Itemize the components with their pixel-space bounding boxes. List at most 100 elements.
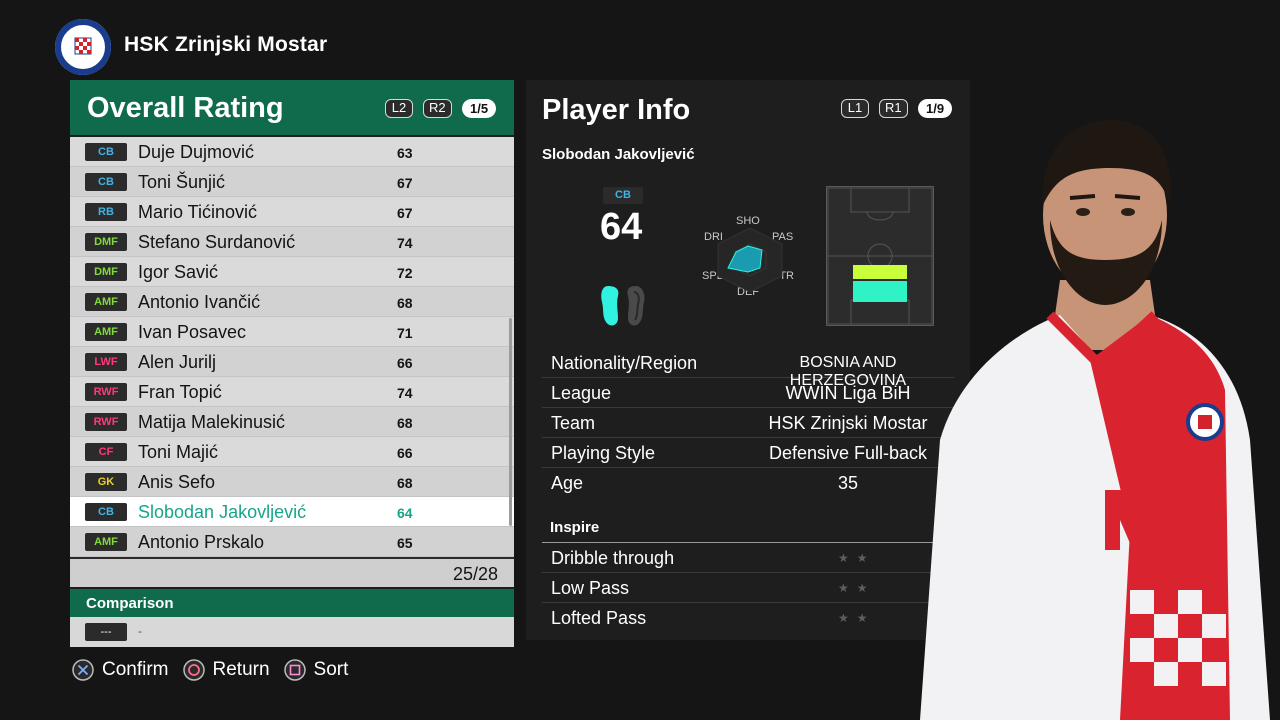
overall-rating-header: Overall Rating L2 R2 1/5 — [70, 80, 514, 137]
player-name: Slobodan Jakovljević — [542, 146, 695, 163]
player-name: Antonio Prskalo — [138, 532, 265, 552]
player-name: Alen Jurilj — [138, 352, 217, 372]
pitch-zone-secondary — [853, 265, 907, 279]
nationality-label: Nationality/Region — [551, 353, 698, 373]
position-badge: RWF — [85, 383, 127, 401]
player-rating: 66 — [397, 355, 413, 371]
league-row: League WWIN Liga BiH — [542, 378, 954, 408]
confirm-hint[interactable]: Confirm — [72, 659, 169, 681]
player-overall-rating: 64 — [600, 206, 643, 248]
player-row[interactable]: LWF Alen Jurilj 66 — [70, 347, 514, 377]
player-row[interactable]: CF Toni Majić 66 — [70, 437, 514, 467]
cross-button-icon — [72, 659, 94, 681]
player-row[interactable]: AMF Ivan Posavec 71 — [70, 317, 514, 347]
player-name: Mario Tićinović — [138, 202, 258, 222]
player-rating: 65 — [397, 535, 413, 551]
player-rating: 72 — [397, 265, 413, 281]
player-name: Matija Malekinusić — [138, 412, 286, 432]
player-row[interactable]: CB Slobodan Jakovljević 64 — [70, 497, 514, 527]
player-rating: 64 — [397, 505, 413, 521]
player-rating: 67 — [397, 175, 413, 191]
player-list: CB Duje Dujmović 63 CB Toni Šunjić 67 RB Mario … — [70, 137, 514, 557]
age-row: Age 35 — [542, 468, 954, 498]
player-name: Ivan Posavec — [138, 322, 247, 342]
player-name: Igor Savić — [138, 262, 219, 282]
position-badge: CB — [85, 143, 127, 161]
player-name: Antonio Ivančić — [138, 292, 261, 312]
inspire-stars: ★★ — [838, 611, 876, 625]
comparison-position-badge: --- — [85, 623, 127, 641]
player-row[interactable]: RWF Fran Topić 74 — [70, 377, 514, 407]
return-label: Return — [212, 659, 270, 680]
playing-style-row: Playing Style Defensive Full-back — [542, 438, 954, 468]
sort-hint[interactable]: Sort — [283, 659, 348, 681]
player-position-badge: CB — [603, 187, 643, 204]
position-badge: RWF — [85, 413, 127, 431]
club-name: HSK Zrinjski Mostar — [124, 33, 328, 56]
comparison-header: Comparison — [70, 587, 514, 617]
player-name: Duje Dujmović — [138, 142, 255, 162]
player-rating: 66 — [397, 445, 413, 461]
age-label: Age — [551, 473, 584, 493]
player-row[interactable]: CB Duje Dujmović 63 — [70, 137, 514, 167]
player-count-bar: 25/28 — [70, 557, 514, 587]
player-rating: 63 — [397, 145, 413, 161]
inspire-stars: ★★ — [838, 581, 876, 595]
league-label: League — [551, 383, 612, 403]
player-name: Stefano Surdanović — [138, 232, 296, 252]
player-row[interactable]: AMF Antonio Ivančić 68 — [70, 287, 514, 317]
page-indicator: 1/5 — [462, 99, 497, 118]
position-badge: AMF — [85, 533, 127, 551]
inspire-row: Lofted Pass ★★ — [542, 603, 954, 633]
player-row[interactable]: RWF Matija Malekinusić 68 — [70, 407, 514, 437]
player-row[interactable]: DMF Stefano Surdanović 74 — [70, 227, 514, 257]
circle-button-icon — [182, 659, 205, 681]
inspire-label: Low Pass — [551, 578, 630, 598]
player-rating: 68 — [397, 415, 413, 431]
l1-button[interactable]: L1 — [841, 99, 869, 118]
player-portrait — [920, 120, 1270, 720]
comparison-row[interactable]: --- - — [70, 617, 514, 647]
player-rating: 74 — [397, 385, 413, 401]
preferred-foot-icon — [601, 286, 645, 326]
player-name: Fran Topić — [138, 382, 222, 402]
playing-style-label: Playing Style — [551, 443, 656, 463]
position-badge: LWF — [85, 353, 127, 371]
player-row[interactable]: RB Mario Tićinović 67 — [70, 197, 514, 227]
player-rating: 68 — [397, 295, 413, 311]
position-badge: GK — [85, 473, 127, 491]
return-hint[interactable]: Return — [182, 659, 270, 681]
player-details-table: Nationality/Region BOSNIA AND HERZEGOVIN… — [542, 348, 954, 498]
player-rating: 71 — [397, 325, 413, 341]
inspire-title: Inspire — [550, 519, 600, 536]
inspire-stars: ★★ — [838, 551, 876, 565]
player-row[interactable]: GK Anis Sefo 68 — [70, 467, 514, 497]
inspire-table: Dribble through ★★ Low Pass ★★ Lofted Pa… — [542, 542, 954, 633]
player-row[interactable]: AMF Antonio Prskalo 65 — [70, 527, 514, 557]
player-rating: 67 — [397, 205, 413, 221]
player-row[interactable]: CB Toni Šunjić 67 — [70, 167, 514, 197]
position-badge: CB — [85, 503, 127, 521]
position-badge: AMF — [85, 293, 127, 311]
l2-button[interactable]: L2 — [385, 99, 413, 118]
confirm-label: Confirm — [102, 659, 169, 680]
inspire-label: Lofted Pass — [551, 608, 647, 628]
position-badge: AMF — [85, 323, 127, 341]
position-badge: DMF — [85, 263, 127, 281]
player-name: Slobodan Jakovljević — [138, 502, 307, 522]
player-info-title: Player Info — [542, 94, 691, 126]
position-badge: CB — [85, 173, 127, 191]
team-label: Team — [551, 413, 596, 433]
comparison-value: - — [138, 624, 142, 638]
panel-title: Overall Rating — [87, 92, 284, 124]
player-rating: 68 — [397, 475, 413, 491]
position-badge: CF — [85, 443, 127, 461]
inspire-label: Dribble through — [551, 548, 675, 568]
list-scrollbar[interactable] — [509, 318, 512, 526]
player-row[interactable]: DMF Igor Savić 72 — [70, 257, 514, 287]
inspire-row: Low Pass ★★ — [542, 573, 954, 603]
team-row: Team HSK Zrinjski Mostar — [542, 408, 954, 438]
comparison-title: Comparison — [86, 595, 174, 612]
r2-button[interactable]: R2 — [423, 99, 452, 118]
ability-radar-chart — [717, 227, 783, 293]
